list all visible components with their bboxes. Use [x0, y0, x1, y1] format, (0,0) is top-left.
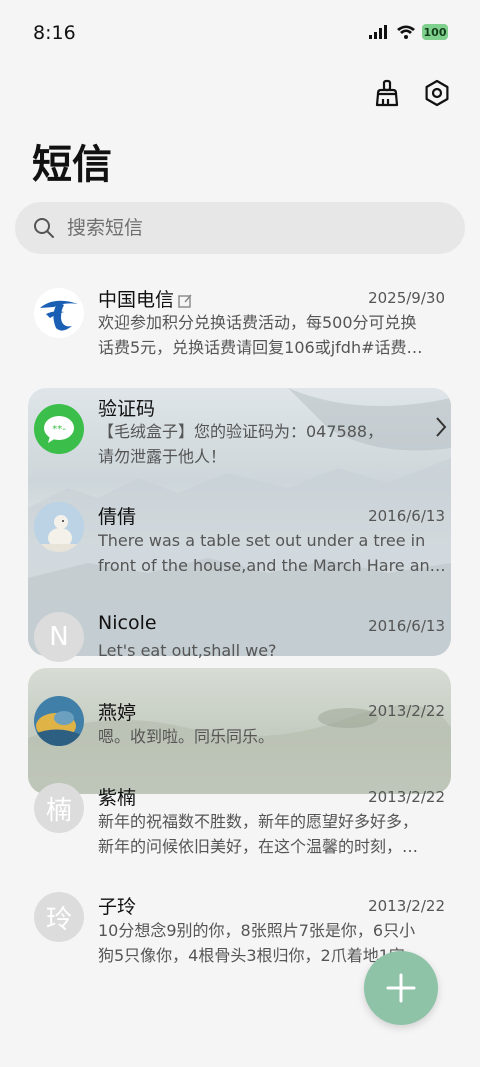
- conversation-name: 中国电信: [98, 285, 193, 312]
- conversation-preview: Let's eat out,shall we?: [98, 641, 277, 660]
- conversation-name: 紫楠: [98, 787, 137, 809]
- conversation-item[interactable]: 中国电信 2025/9/30 欢迎参加积分兑换话费活动，每500分可兑换 话费5…: [0, 280, 480, 370]
- conversation-date: 2016/6/13: [368, 617, 445, 635]
- page-title: 短信: [32, 142, 112, 188]
- gear-icon[interactable]: [422, 78, 452, 108]
- conversation-item[interactable]: **- 验证码 【毛绒盒子】您的验证码为：047588， 请勿泄露于他人！: [0, 392, 480, 482]
- conversation-name: 倩倩: [98, 506, 137, 528]
- search-input[interactable]: [65, 216, 429, 240]
- status-icons: 100: [368, 24, 448, 40]
- conversation-name: 子玲: [98, 896, 137, 918]
- conversation-date: 2025/9/30: [368, 289, 445, 307]
- svg-text:**-: **-: [52, 424, 66, 435]
- conversation-preview: 新年的祝福数不胜数，新年的愿望好多好多， 新年的问候依旧美好，在这个温馨的时刻，…: [98, 812, 419, 856]
- conversation-preview: 欢迎参加积分兑换话费活动，每500分可兑换 话费5元，兑换话费请回复106或jf…: [98, 313, 423, 357]
- chevron-right-icon[interactable]: [434, 416, 448, 444]
- conversation-preview: 【毛绒盒子】您的验证码为：047588， 请勿泄露于他人！: [98, 422, 384, 466]
- avatar: [34, 502, 84, 552]
- signal-icon: [369, 25, 387, 39]
- compose-button[interactable]: [364, 951, 438, 1025]
- avatar: [34, 696, 84, 746]
- top-actions: [372, 78, 452, 108]
- conversation-item[interactable]: 倩倩 2016/6/13 There was a table set out u…: [0, 502, 480, 592]
- avatar: 玲: [34, 892, 84, 942]
- conversation-name: 燕婷: [98, 702, 137, 724]
- broom-icon[interactable]: [372, 78, 402, 108]
- conversation-date: 2016/6/13: [368, 507, 445, 525]
- conversation-date: 2013/2/22: [368, 788, 445, 806]
- status-time: 8:16: [33, 22, 76, 44]
- wifi-icon: [397, 25, 415, 39]
- conversation-item[interactable]: 楠 紫楠 2013/2/22 新年的祝福数不胜数，新年的愿望好多好多， 新年的问…: [0, 783, 480, 873]
- message-bubble-icon: **-: [34, 404, 84, 454]
- conversation-item[interactable]: 燕婷 2013/2/22 嗯。收到啦。同乐同乐。: [0, 696, 480, 766]
- telecom-logo-icon: [34, 288, 84, 338]
- conversation-date: 2013/2/22: [368, 702, 445, 720]
- conversation-date: 2013/2/22: [368, 897, 445, 915]
- search-bar[interactable]: [15, 202, 465, 254]
- edit-icon: [178, 294, 192, 308]
- search-icon: [34, 218, 54, 238]
- avatar: N: [34, 612, 84, 662]
- conversation-name: 验证码: [98, 398, 156, 420]
- battery-icon: 100: [422, 24, 448, 40]
- conversation-item[interactable]: N Nicole 2016/6/13 Let's eat out,shall w…: [0, 612, 480, 672]
- conversation-preview: 嗯。收到啦。同乐同乐。: [98, 727, 275, 746]
- avatar: 楠: [34, 783, 84, 833]
- conversation-name: Nicole: [98, 612, 157, 634]
- conversation-preview: There was a table set out under a tree i…: [98, 531, 446, 575]
- plus-icon: [386, 973, 416, 1003]
- status-bar: 8:16 100: [0, 0, 480, 68]
